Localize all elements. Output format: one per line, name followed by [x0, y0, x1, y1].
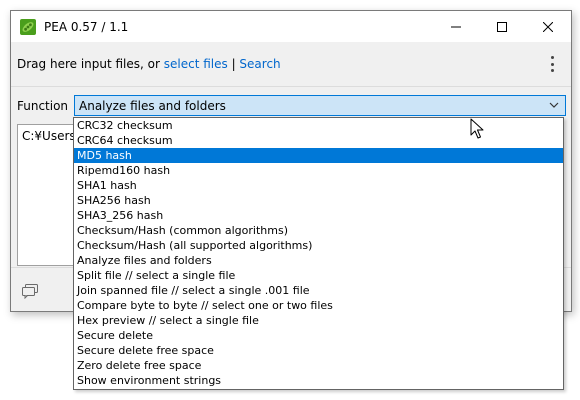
function-option[interactable]: SHA256 hash: [74, 193, 563, 208]
desktop: PEA 0.57 / 1.1 Drag here input files, or…: [0, 0, 580, 400]
search-link[interactable]: Search: [239, 57, 280, 71]
function-option[interactable]: SHA3_256 hash: [74, 208, 563, 223]
close-button[interactable]: [525, 11, 571, 42]
path-list[interactable]: C:¥Users¥: [17, 124, 83, 266]
function-option[interactable]: Show environment strings: [74, 373, 563, 388]
minimize-icon: [451, 26, 461, 27]
chevron-down-icon: [549, 102, 559, 108]
function-option[interactable]: Compare byte to byte // select one or tw…: [74, 298, 563, 313]
title-bar[interactable]: PEA 0.57 / 1.1: [11, 11, 571, 42]
function-selected-value: Analyze files and folders: [79, 98, 226, 113]
function-option[interactable]: Zero delete free space: [74, 358, 563, 373]
function-dropdown-list[interactable]: CRC32 checksum CRC64 checksum MD5 hash Ripe…: [73, 117, 564, 390]
chat-bubbles-icon[interactable]: [21, 283, 39, 299]
close-icon: [543, 21, 553, 32]
link-separator: |: [227, 57, 240, 71]
function-option[interactable]: Checksum/Hash (all supported algorithms): [74, 238, 563, 253]
minimize-button[interactable]: [433, 11, 479, 42]
select-files-link[interactable]: select files: [164, 57, 228, 71]
function-option[interactable]: Analyze files and folders: [74, 253, 563, 268]
function-option[interactable]: CRC64 checksum: [74, 133, 563, 148]
maximize-icon: [497, 21, 507, 32]
function-option[interactable]: Join spanned file // select a single .00…: [74, 283, 563, 298]
window-controls: [433, 11, 571, 42]
function-option[interactable]: CRC32 checksum: [74, 118, 563, 133]
function-option[interactable]: Secure delete: [74, 328, 563, 343]
drop-instructions: Drag here input files, or select files |…: [17, 57, 281, 71]
function-option[interactable]: Hex preview // select a single file: [74, 313, 563, 328]
function-select[interactable]: Analyze files and folders: [74, 95, 566, 116]
function-option[interactable]: Secure delete free space: [74, 343, 563, 358]
drop-text: Drag here input files, or: [17, 57, 164, 71]
kebab-menu-icon[interactable]: [547, 54, 557, 74]
function-option[interactable]: SHA1 hash: [74, 178, 563, 193]
function-option[interactable]: Split file // select a single file: [74, 268, 563, 283]
mouse-cursor-icon: [470, 118, 484, 139]
function-option[interactable]: Checksum/Hash (common algorithms): [74, 223, 563, 238]
pea-pod-icon: [20, 18, 36, 35]
function-option[interactable]: Ripemd160 hash: [74, 163, 563, 178]
maximize-button[interactable]: [479, 11, 525, 42]
function-option[interactable]: MD5 hash: [74, 148, 563, 163]
function-label: Function: [17, 99, 69, 113]
drop-area[interactable]: Drag here input files, or select files |…: [11, 42, 571, 87]
window-title: PEA 0.57 / 1.1: [44, 19, 129, 34]
